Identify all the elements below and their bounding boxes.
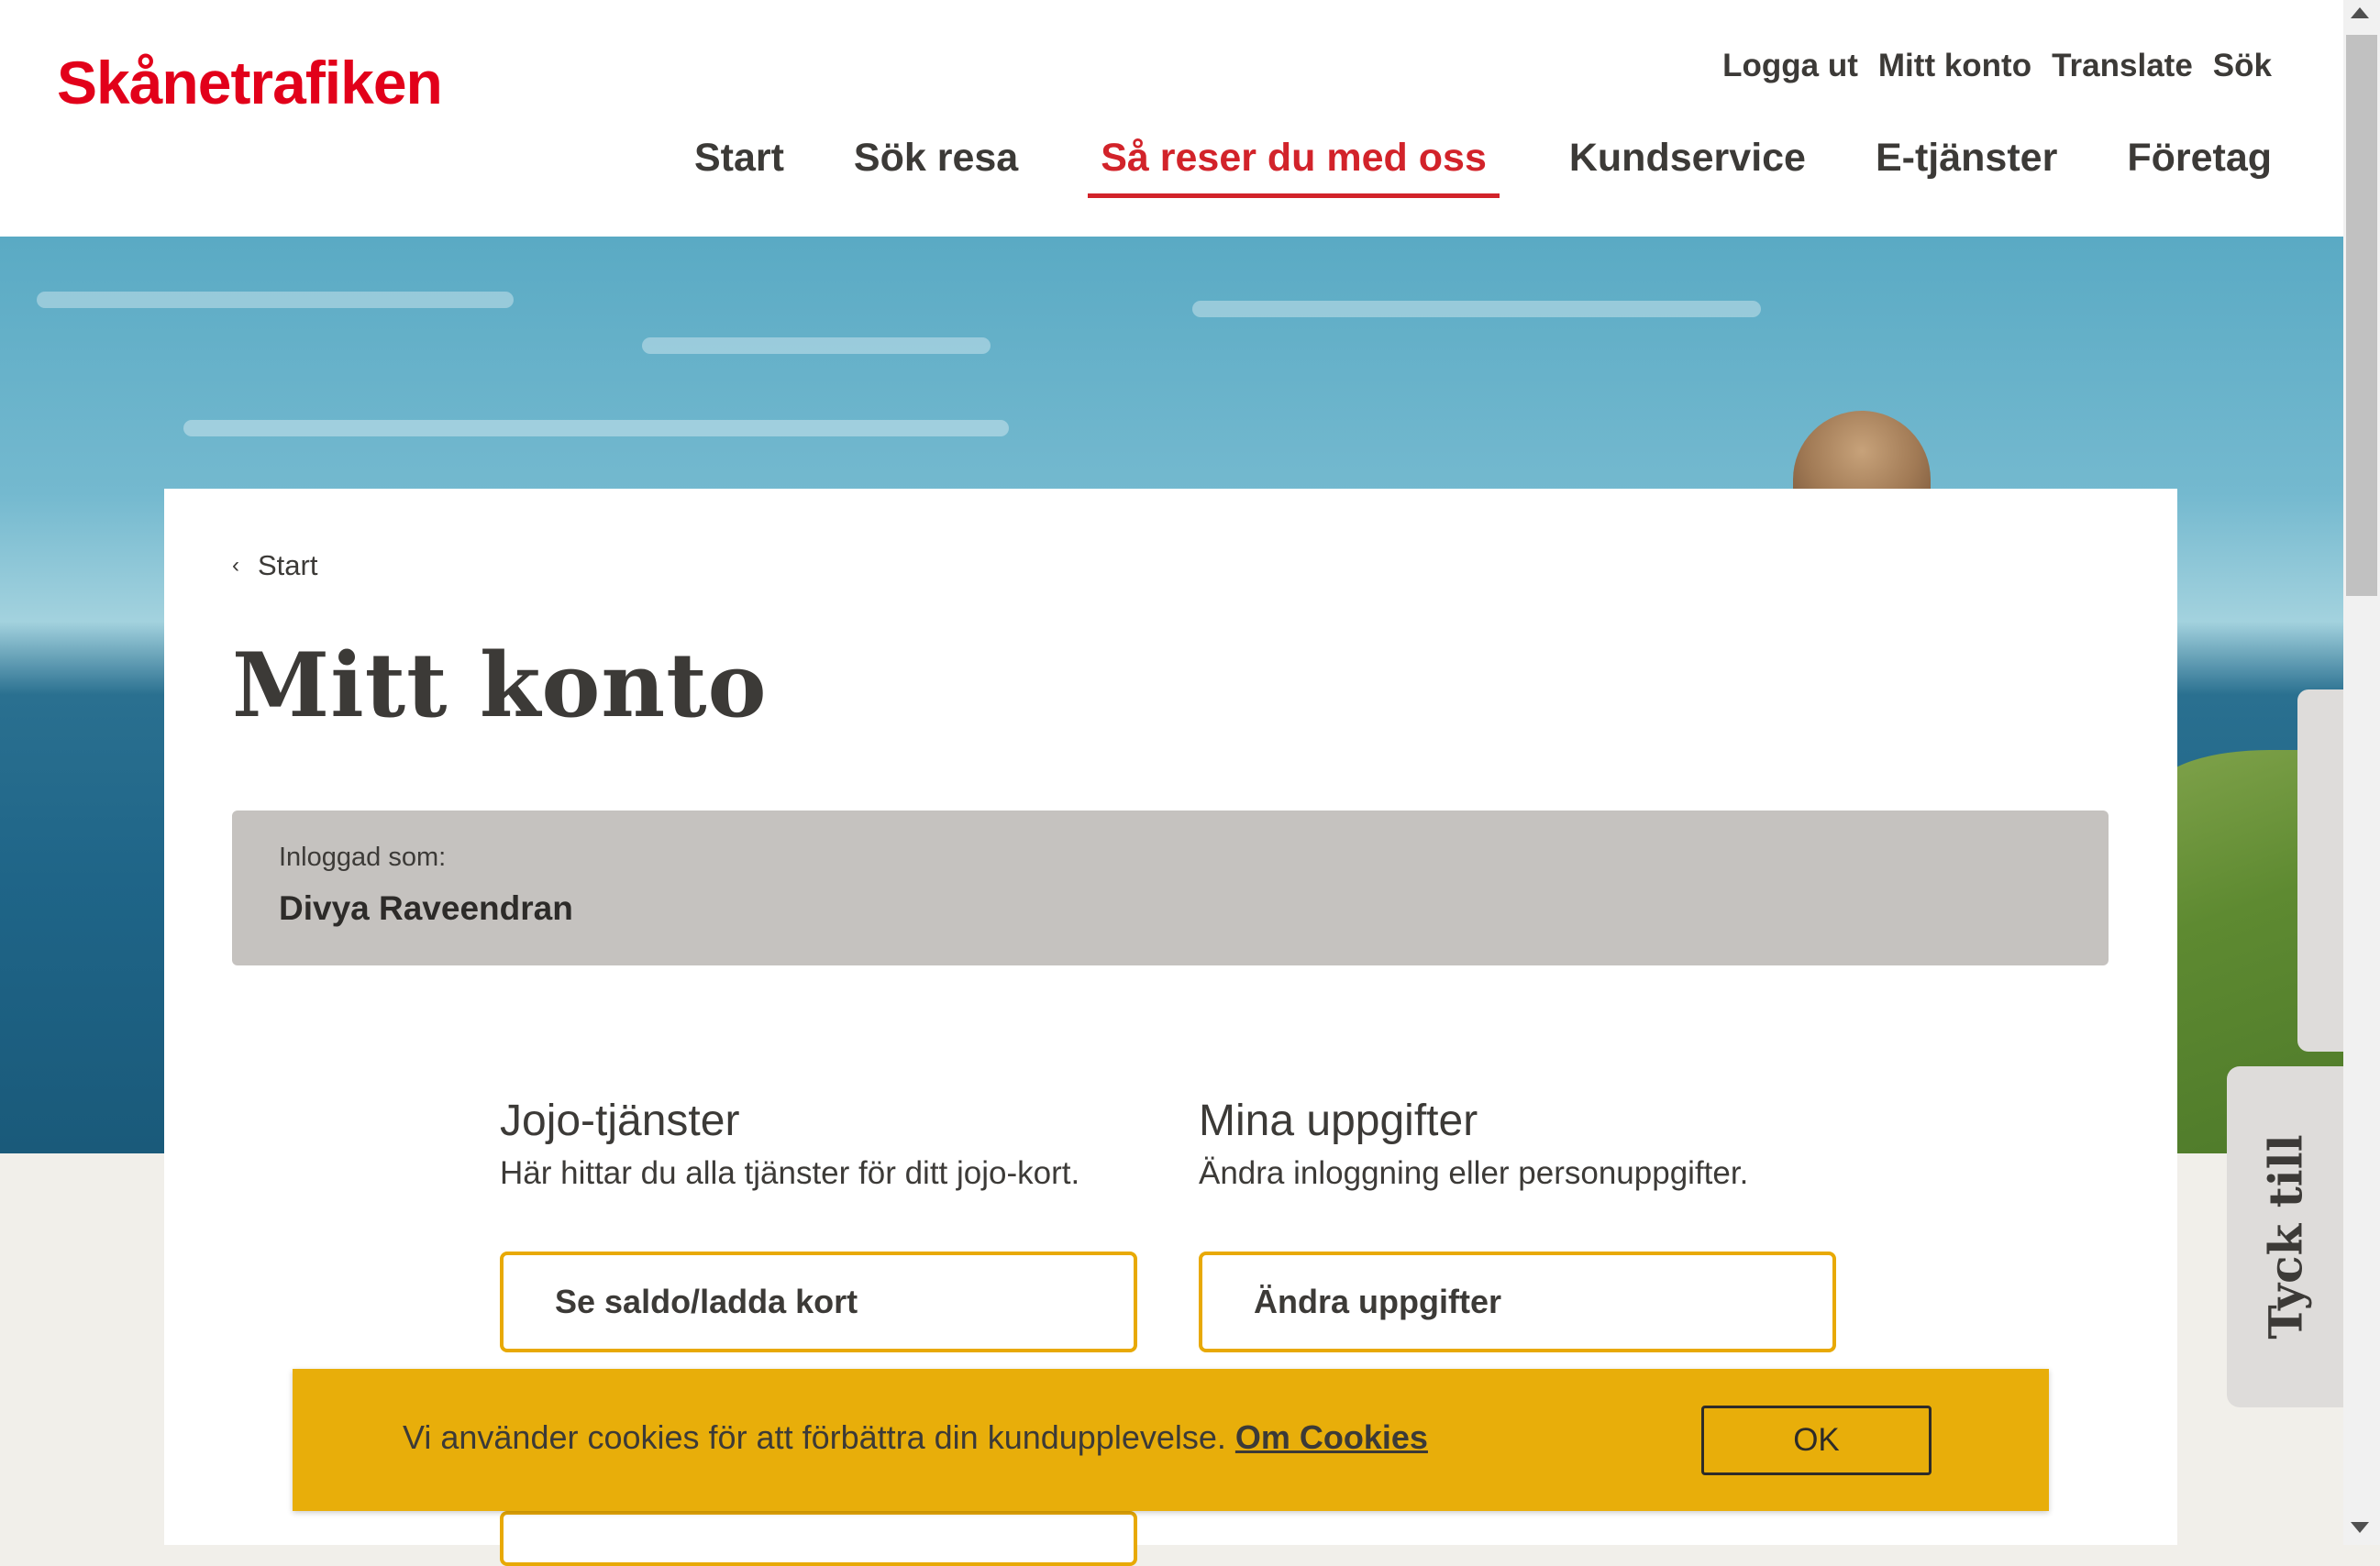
breadcrumb-start-link[interactable]: Start <box>258 549 317 582</box>
main-nav: Start Sök resa Så reser du med oss Kunds… <box>625 136 2272 198</box>
breadcrumb: ‹ Start <box>232 549 317 582</box>
section-jojo: Jojo-tjänster Här hittar du alla tjänste… <box>500 1096 1160 1192</box>
cookie-text: Vi använder cookies för att förbättra di… <box>403 1418 1226 1456</box>
nav-item-sok-resa[interactable]: Sök resa <box>854 136 1018 198</box>
nav-item-kundservice[interactable]: Kundservice <box>1569 136 1806 198</box>
cookie-ok-button[interactable]: OK <box>1701 1406 1932 1475</box>
andra-uppgifter-button[interactable]: Ändra uppgifter <box>1199 1252 1836 1352</box>
nav-item-sa-reser-du-med-oss[interactable]: Så reser du med oss <box>1088 136 1500 198</box>
user-name: Divya Raveendran <box>279 889 573 927</box>
section-title: Jojo-tjänster <box>500 1097 740 1145</box>
feedback-tab[interactable]: Tyck till <box>2227 1066 2343 1407</box>
nav-item-e-tjanster[interactable]: E-tjänster <box>1876 136 2057 198</box>
nav-item-foretag[interactable]: Företag <box>2127 136 2272 198</box>
logged-in-box: Inloggad som: Divya Raveendran <box>232 811 2109 965</box>
side-tab[interactable] <box>2297 689 2343 1052</box>
scroll-down-icon[interactable] <box>2351 1522 2369 1533</box>
cookie-message: Vi använder cookies för att förbättra di… <box>403 1418 1428 1457</box>
my-account-link[interactable]: Mitt konto <box>1878 48 2031 84</box>
jojo-button-partial[interactable] <box>500 1511 1137 1566</box>
section-title: Mina uppgifter <box>1199 1097 1478 1145</box>
scrollbar-thumb[interactable] <box>2346 35 2377 596</box>
cloud-shape <box>642 337 991 354</box>
search-link[interactable]: Sök <box>2213 48 2272 84</box>
translate-link[interactable]: Translate <box>2052 48 2193 84</box>
feedback-tab-label: Tyck till <box>2258 1134 2312 1340</box>
cloud-shape <box>37 292 514 308</box>
page-title: Mitt konto <box>232 634 768 737</box>
scroll-up-icon[interactable] <box>2351 7 2369 18</box>
utility-nav: Logga ut Mitt konto Translate Sök <box>1722 48 2272 84</box>
section-description: Här hittar du alla tjänster för ditt joj… <box>500 1155 1080 1191</box>
site-header: Skånetrafiken Logga ut Mitt konto Transl… <box>0 0 2343 237</box>
chevron-left-icon: ‹ <box>232 553 239 578</box>
se-saldo-button[interactable]: Se saldo/ladda kort <box>500 1252 1137 1352</box>
cloud-shape <box>183 420 1009 436</box>
om-cookies-link[interactable]: Om Cookies <box>1235 1418 1428 1456</box>
skanetrafiken-logo[interactable]: Skånetrafiken <box>57 48 443 117</box>
cookie-banner: Vi använder cookies för att förbättra di… <box>293 1369 2049 1511</box>
cloud-shape <box>1192 301 1761 317</box>
logged-in-label: Inloggad som: <box>279 843 447 872</box>
section-mina-uppgifter: Mina uppgifter Ändra inloggning eller pe… <box>1199 1096 1859 1192</box>
nav-item-start[interactable]: Start <box>694 136 784 198</box>
logout-link[interactable]: Logga ut <box>1722 48 1858 84</box>
section-description: Ändra inloggning eller personuppgifter. <box>1199 1155 1749 1191</box>
